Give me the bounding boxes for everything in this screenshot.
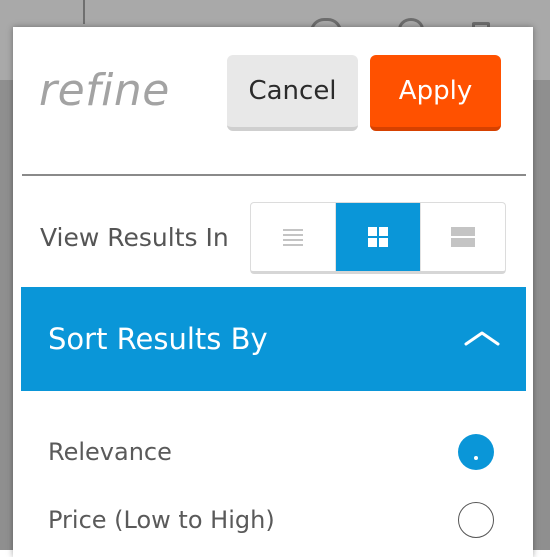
sort-option-label: Price (Low to High) [48,506,275,534]
chevron-up-icon [464,331,500,346]
list-view-icon [283,226,303,249]
grid-view-icon [368,227,388,247]
sort-results-title: Sort Results By [48,322,268,356]
background-divider [83,0,85,24]
cancel-button[interactable]: Cancel [227,55,358,131]
refine-panel: refine Cancel Apply View Results In Sort… [13,27,533,557]
sort-results-header[interactable]: Sort Results By [21,287,526,391]
view-option-gallery[interactable] [421,203,505,271]
radio-dot [474,456,478,460]
header-divider [22,174,526,176]
sort-option-label: Relevance [48,438,172,466]
sort-option-price-low-high[interactable]: Price (Low to High) [13,491,533,551]
view-mode-selector [250,202,506,274]
view-option-list[interactable] [251,203,336,271]
view-results-label: View Results In [40,223,229,252]
gallery-view-icon [451,225,475,249]
view-option-grid[interactable] [336,203,421,271]
panel-title: refine [39,65,170,116]
apply-button[interactable]: Apply [370,55,501,131]
sort-option-relevance[interactable]: Relevance [13,423,533,483]
radio-selected[interactable] [458,434,494,470]
radio-unselected[interactable] [458,502,494,538]
